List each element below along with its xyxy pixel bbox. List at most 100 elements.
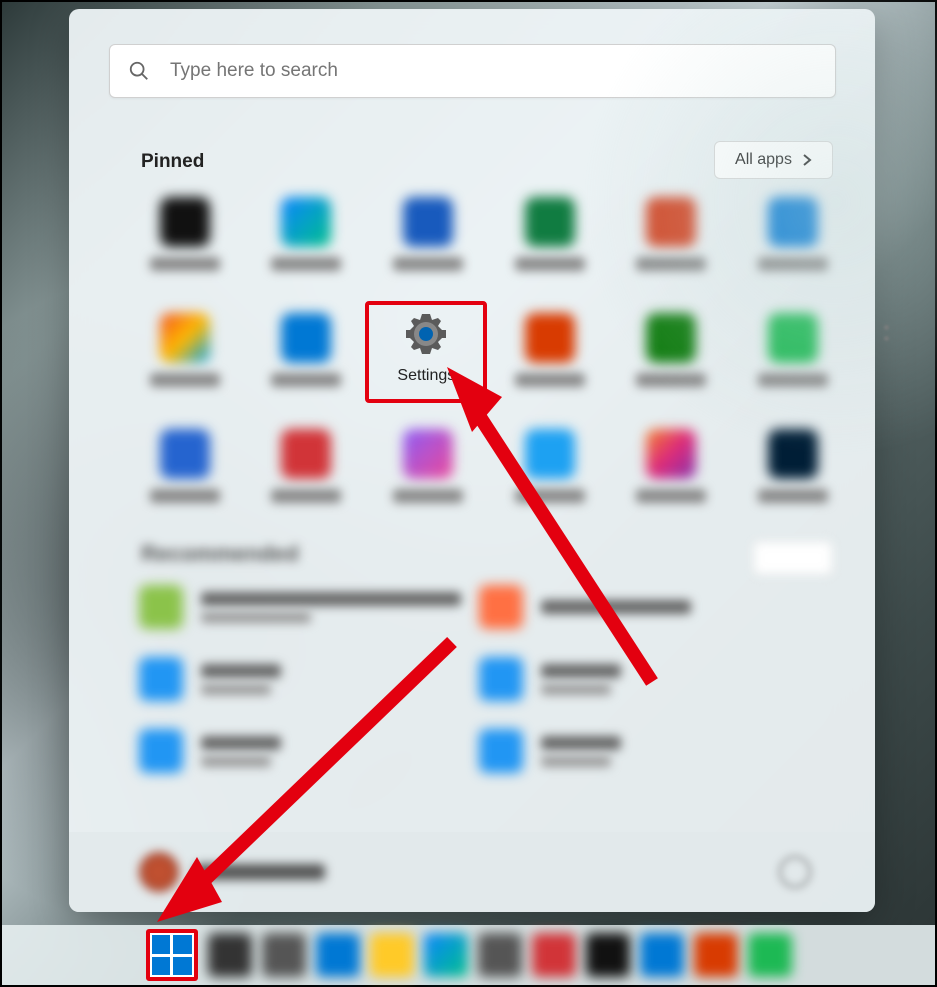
taskbar-app2[interactable] (586, 933, 630, 977)
news-label (271, 489, 341, 503)
search-box[interactable] (109, 44, 836, 98)
recommended-title (201, 592, 461, 606)
pinned-heading: Pinned (141, 151, 204, 173)
pinned-app-twitter[interactable] (489, 421, 611, 527)
pinned-app-word[interactable] (367, 189, 489, 295)
todo-label (150, 489, 220, 503)
recommended-title (541, 664, 621, 678)
paint-label (393, 489, 463, 503)
start-footer (69, 832, 875, 912)
settings-label: Settings (397, 367, 455, 385)
recommended-icon (479, 585, 523, 629)
pinned-app-instagram[interactable] (611, 421, 733, 527)
recommended-item-1[interactable] (479, 585, 819, 629)
spotify-label (758, 373, 828, 387)
gear-icon (401, 309, 451, 359)
taskbar-app3[interactable] (640, 933, 684, 977)
all-apps-label: All apps (735, 151, 792, 169)
office-label (515, 373, 585, 387)
pinned-app-office[interactable] (489, 305, 611, 411)
pinned-app-powerpoint[interactable] (611, 189, 733, 295)
taskbar-start[interactable] (146, 929, 198, 981)
photoshop-express-label (758, 489, 828, 503)
recommended-subtitle (541, 756, 611, 767)
power-icon[interactable] (779, 856, 811, 888)
pinned-app-news[interactable] (246, 421, 368, 527)
taskbar-widgets[interactable] (316, 933, 360, 977)
user-avatar[interactable] (139, 852, 179, 892)
page-indicator[interactable] (884, 325, 889, 341)
more-button[interactable] (753, 541, 833, 575)
pinned-grid: Settings (124, 189, 854, 527)
chevron-right-icon (802, 153, 812, 167)
photoshop-express-icon (768, 429, 818, 479)
taskbar-app4[interactable] (694, 933, 738, 977)
microsoft-store-icon (160, 313, 210, 363)
pinned-app-spotify[interactable] (732, 305, 854, 411)
taskbar-task-view[interactable] (262, 933, 306, 977)
desktop-wallpaper: Pinned All apps Settings Recommended (0, 0, 937, 987)
paint-icon (403, 429, 453, 479)
windows-logo-icon (152, 935, 192, 975)
recommended-item-3[interactable] (479, 657, 819, 701)
spotify-icon (768, 313, 818, 363)
powerpoint-label (636, 257, 706, 271)
taskbar-store[interactable] (478, 933, 522, 977)
pinned-app-paint[interactable] (367, 421, 489, 527)
pinned-app-photoshop-express[interactable] (732, 421, 854, 527)
taskbar (2, 925, 935, 985)
recommended-title (541, 736, 621, 750)
twitter-icon (525, 429, 575, 479)
pinned-app-netflix[interactable] (124, 189, 246, 295)
microsoft-store-label (150, 373, 220, 387)
office-icon (525, 313, 575, 363)
recommended-title (201, 664, 281, 678)
recommended-heading: Recommended (141, 541, 299, 567)
recommended-icon (139, 657, 183, 701)
xbox-icon (646, 313, 696, 363)
pinned-app-settings[interactable]: Settings (365, 301, 487, 403)
all-apps-button[interactable]: All apps (714, 141, 833, 179)
recommended-title (541, 600, 691, 614)
recommended-title (201, 736, 281, 750)
taskbar-edge[interactable] (424, 933, 468, 977)
word-icon (403, 197, 453, 247)
edge-icon (281, 197, 331, 247)
recommended-icon (479, 657, 523, 701)
pinned-app-edge[interactable] (246, 189, 368, 295)
todo-icon (160, 429, 210, 479)
user-name[interactable] (195, 864, 325, 880)
pinned-app-excel[interactable] (489, 189, 611, 295)
mail-label (758, 257, 828, 271)
search-input[interactable] (168, 59, 772, 83)
pinned-app-todo[interactable] (124, 421, 246, 527)
instagram-icon (646, 429, 696, 479)
pinned-app-photos[interactable] (246, 305, 368, 411)
powerpoint-icon (646, 197, 696, 247)
xbox-label (636, 373, 706, 387)
twitter-label (515, 489, 585, 503)
news-icon (281, 429, 331, 479)
word-label (393, 257, 463, 271)
excel-icon (525, 197, 575, 247)
start-menu: Pinned All apps Settings Recommended (69, 9, 875, 912)
recommended-item-0[interactable] (139, 585, 479, 629)
netflix-label (150, 257, 220, 271)
mail-icon (768, 197, 818, 247)
pinned-app-xbox[interactable] (611, 305, 733, 411)
recommended-item-4[interactable] (139, 729, 479, 773)
taskbar-explorer[interactable] (370, 933, 414, 977)
taskbar-app1[interactable] (532, 933, 576, 977)
pinned-app-mail[interactable] (732, 189, 854, 295)
recommended-icon (479, 729, 523, 773)
recommended-icon (139, 585, 183, 629)
taskbar-app5[interactable] (748, 933, 792, 977)
recommended-item-5[interactable] (479, 729, 819, 773)
recommended-item-2[interactable] (139, 657, 479, 701)
taskbar-search[interactable] (208, 933, 252, 977)
recommended-subtitle (541, 684, 611, 695)
photos-label (271, 373, 341, 387)
excel-label (515, 257, 585, 271)
pinned-app-microsoft-store[interactable] (124, 305, 246, 411)
recommended-icon (139, 729, 183, 773)
